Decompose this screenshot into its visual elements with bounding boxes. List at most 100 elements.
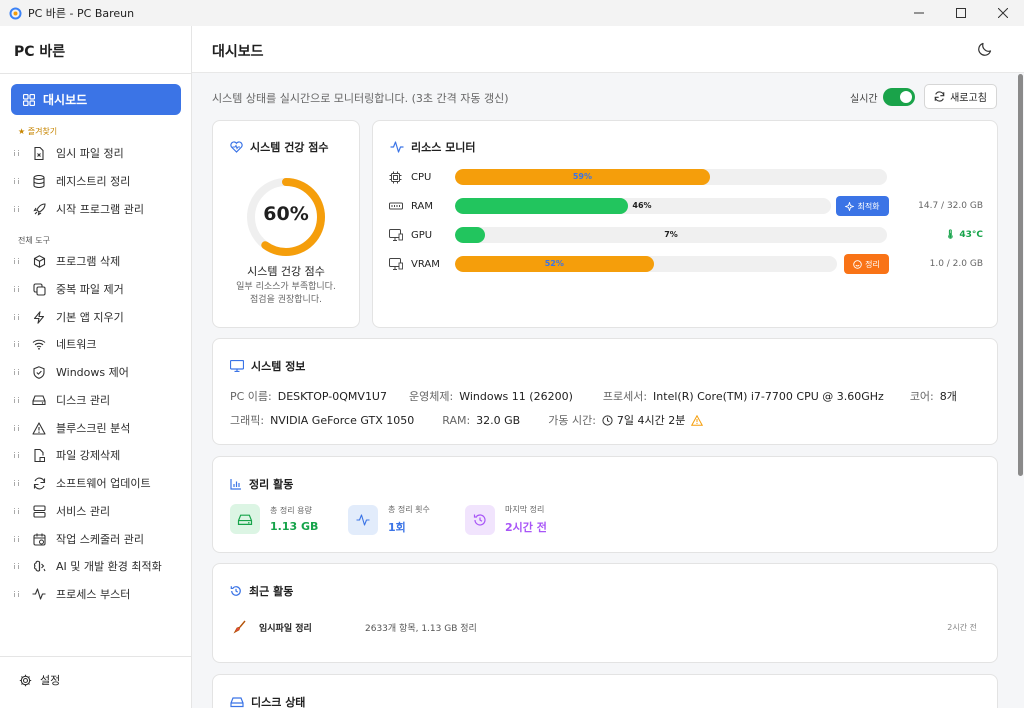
brain-icon — [32, 559, 46, 573]
drag-handle-icon[interactable] — [14, 257, 22, 265]
drag-handle-icon[interactable] — [14, 590, 22, 598]
sidebar-item-process-booster[interactable]: 프로세스 부스터 — [14, 583, 184, 605]
sidebar-item-dashboard[interactable]: 대시보드 — [11, 84, 181, 115]
ram-bar-fill — [455, 198, 628, 214]
drag-handle-icon[interactable] — [14, 177, 22, 185]
sidebar-item-bsod[interactable]: 블루스크린 분석 — [14, 417, 184, 439]
drag-handle-icon[interactable] — [14, 368, 22, 376]
health-description: 일부 리소스가 부족합니다. 점검을 권장합니다. — [236, 282, 336, 305]
moon-icon — [978, 42, 992, 56]
sidebar-item-disk[interactable]: 디스크 관리 — [14, 389, 184, 411]
dark-mode-toggle[interactable] — [977, 41, 993, 60]
sidebar-item-startup[interactable]: 시작 프로그램 관리 — [14, 198, 184, 220]
app-logo-icon — [8, 6, 22, 20]
sidebar-item-software-update[interactable]: 소프트웨어 업데이트 — [14, 472, 184, 494]
stat-total-size: 총 정리 용량 1.13 GB — [230, 504, 318, 534]
sidebar-item-label: AI 및 개발 환경 최적화 — [56, 560, 162, 573]
count-value: 1회 — [388, 521, 406, 534]
sidebar-item-label: Windows 제어 — [56, 366, 129, 379]
drag-handle-icon[interactable] — [14, 340, 22, 348]
sidebar-divider — [0, 656, 191, 657]
gpu-bar-fill — [455, 227, 486, 243]
vram-bar: 52% — [455, 256, 837, 272]
close-button[interactable] — [982, 0, 1024, 26]
drag-handle-icon[interactable] — [14, 451, 22, 459]
vram-usage: 1.0 / 2.0 GB — [929, 259, 983, 269]
stat-last: 마지막 정리 2시간 전 — [465, 504, 547, 535]
optimize-ram-button[interactable]: 최적화 — [836, 196, 889, 216]
drag-handle-icon[interactable] — [14, 396, 22, 404]
drag-handle-icon[interactable] — [14, 285, 22, 293]
sidebar-item-duplicates[interactable]: 중복 파일 제거 — [14, 278, 184, 300]
sparkle-icon — [845, 201, 855, 211]
maximize-button[interactable] — [940, 0, 982, 26]
grid-icon — [23, 93, 35, 106]
window-title: PC 바른 - PC Bareun — [28, 7, 135, 20]
lightning-icon — [32, 310, 46, 324]
resource-card: 리소스 모니터 CPU 59% RAM 46% 최적화 14.7 / 32.0 … — [372, 120, 998, 328]
drag-handle-icon[interactable] — [14, 507, 22, 515]
ram-usage: 14.7 / 32.0 GB — [918, 201, 983, 211]
disk-card: 디스크 상태 — [212, 674, 998, 708]
disk-title: 디스크 상태 — [230, 694, 305, 708]
drag-handle-icon[interactable] — [14, 205, 22, 213]
gpu-bar: 7% — [455, 227, 887, 243]
realtime-toggle[interactable] — [883, 88, 915, 106]
resource-row-cpu: CPU 59% — [389, 168, 983, 186]
calendar-icon — [32, 532, 46, 546]
pc-name: DESKTOP-0QMV1U7 — [277, 389, 387, 403]
drag-handle-icon[interactable] — [14, 479, 22, 487]
page-title: 대시보드 — [212, 44, 264, 60]
clean-vram-button[interactable]: 정리 — [844, 254, 889, 274]
sidebar-item-task-scheduler[interactable]: 작업 스케줄러 관리 — [14, 528, 184, 550]
sidebar-item-label: 블루스크린 분석 — [56, 422, 131, 435]
sidebar-item-force-delete[interactable]: 파일 강제삭제 — [14, 444, 184, 466]
main-content: 대시보드 시스템 상태를 실시간으로 모니터링합니다. (3초 간격 자동 갱신… — [192, 26, 1024, 708]
activity-icon — [348, 504, 378, 535]
database-icon — [32, 174, 46, 188]
sidebar-item-network[interactable]: 네트워크 — [14, 333, 184, 355]
drag-handle-icon[interactable] — [14, 535, 22, 543]
list-item[interactable]: 임시파일 정리 2633개 항목, 1.13 GB 정리 2시간 전 — [233, 620, 977, 634]
sidebar-item-uninstall[interactable]: 프로그램 삭제 — [14, 250, 184, 272]
main-scrollbar[interactable] — [1018, 74, 1023, 476]
smile-icon — [853, 259, 862, 269]
refresh-label: 새로고침 — [950, 93, 987, 104]
activity-time: 2시간 전 — [947, 622, 977, 632]
resource-row-ram: RAM 46% 최적화 14.7 / 32.0 GB — [389, 196, 983, 216]
refresh-button[interactable]: 새로고침 — [924, 84, 997, 109]
sidebar-item-services[interactable]: 서비스 관리 — [14, 500, 184, 522]
activity-detail: 2633개 항목, 1.13 GB 정리 — [365, 623, 477, 634]
drag-handle-icon[interactable] — [14, 313, 22, 321]
sidebar-item-registry[interactable]: 레지스트리 정리 — [14, 170, 184, 192]
gpu-model: NVIDIA GeForce GTX 1050 — [270, 413, 415, 427]
stat-count: 총 정리 횟수 1회 — [348, 504, 430, 535]
drag-handle-icon[interactable] — [14, 424, 22, 432]
drive-icon — [230, 696, 244, 708]
gpu-percent: 7% — [664, 230, 678, 239]
sidebar-item-default-apps[interactable]: 기본 앱 지우기 — [14, 306, 184, 328]
cpu-icon — [389, 171, 403, 184]
file-x-icon — [32, 146, 46, 160]
recent-card: 최근 활동 임시파일 정리 2633개 항목, 1.13 GB 정리 2시간 전 — [212, 563, 998, 663]
wifi-icon — [32, 337, 46, 351]
drag-handle-icon[interactable] — [14, 562, 22, 570]
sidebar-item-label: 네트워크 — [56, 338, 97, 351]
sidebar-item-ai-dev[interactable]: AI 및 개발 환경 최적화 — [14, 555, 184, 577]
system-info-title: 시스템 정보 — [230, 358, 305, 374]
resource-name: VRAM — [411, 258, 440, 270]
drive-icon — [32, 393, 46, 407]
package-icon — [32, 254, 46, 268]
sidebar-item-label: 디스크 관리 — [56, 394, 111, 407]
resource-row-gpu: GPU 7% 🌡 43°C — [389, 226, 983, 244]
cleanup-card: 정리 활동 총 정리 용량 1.13 GB 총 정리 횟수 1회 마지막 정리 2시간… — [212, 456, 998, 553]
gear-icon — [18, 673, 32, 687]
sidebar-item-windows-control[interactable]: Windows 제어 — [14, 361, 184, 383]
sidebar-item-temp-files[interactable]: 임시 파일 정리 — [14, 142, 184, 164]
minimize-button[interactable] — [898, 0, 940, 26]
sidebar-item-label: 기본 앱 지우기 — [56, 311, 124, 324]
cpu-model: Intel(R) Core(TM) i7-7700 CPU @ 3.60GHz — [653, 389, 884, 403]
vram-percent: 52% — [544, 259, 564, 268]
drag-handle-icon[interactable] — [14, 149, 22, 157]
sidebar-item-settings[interactable]: 설정 — [18, 672, 60, 688]
